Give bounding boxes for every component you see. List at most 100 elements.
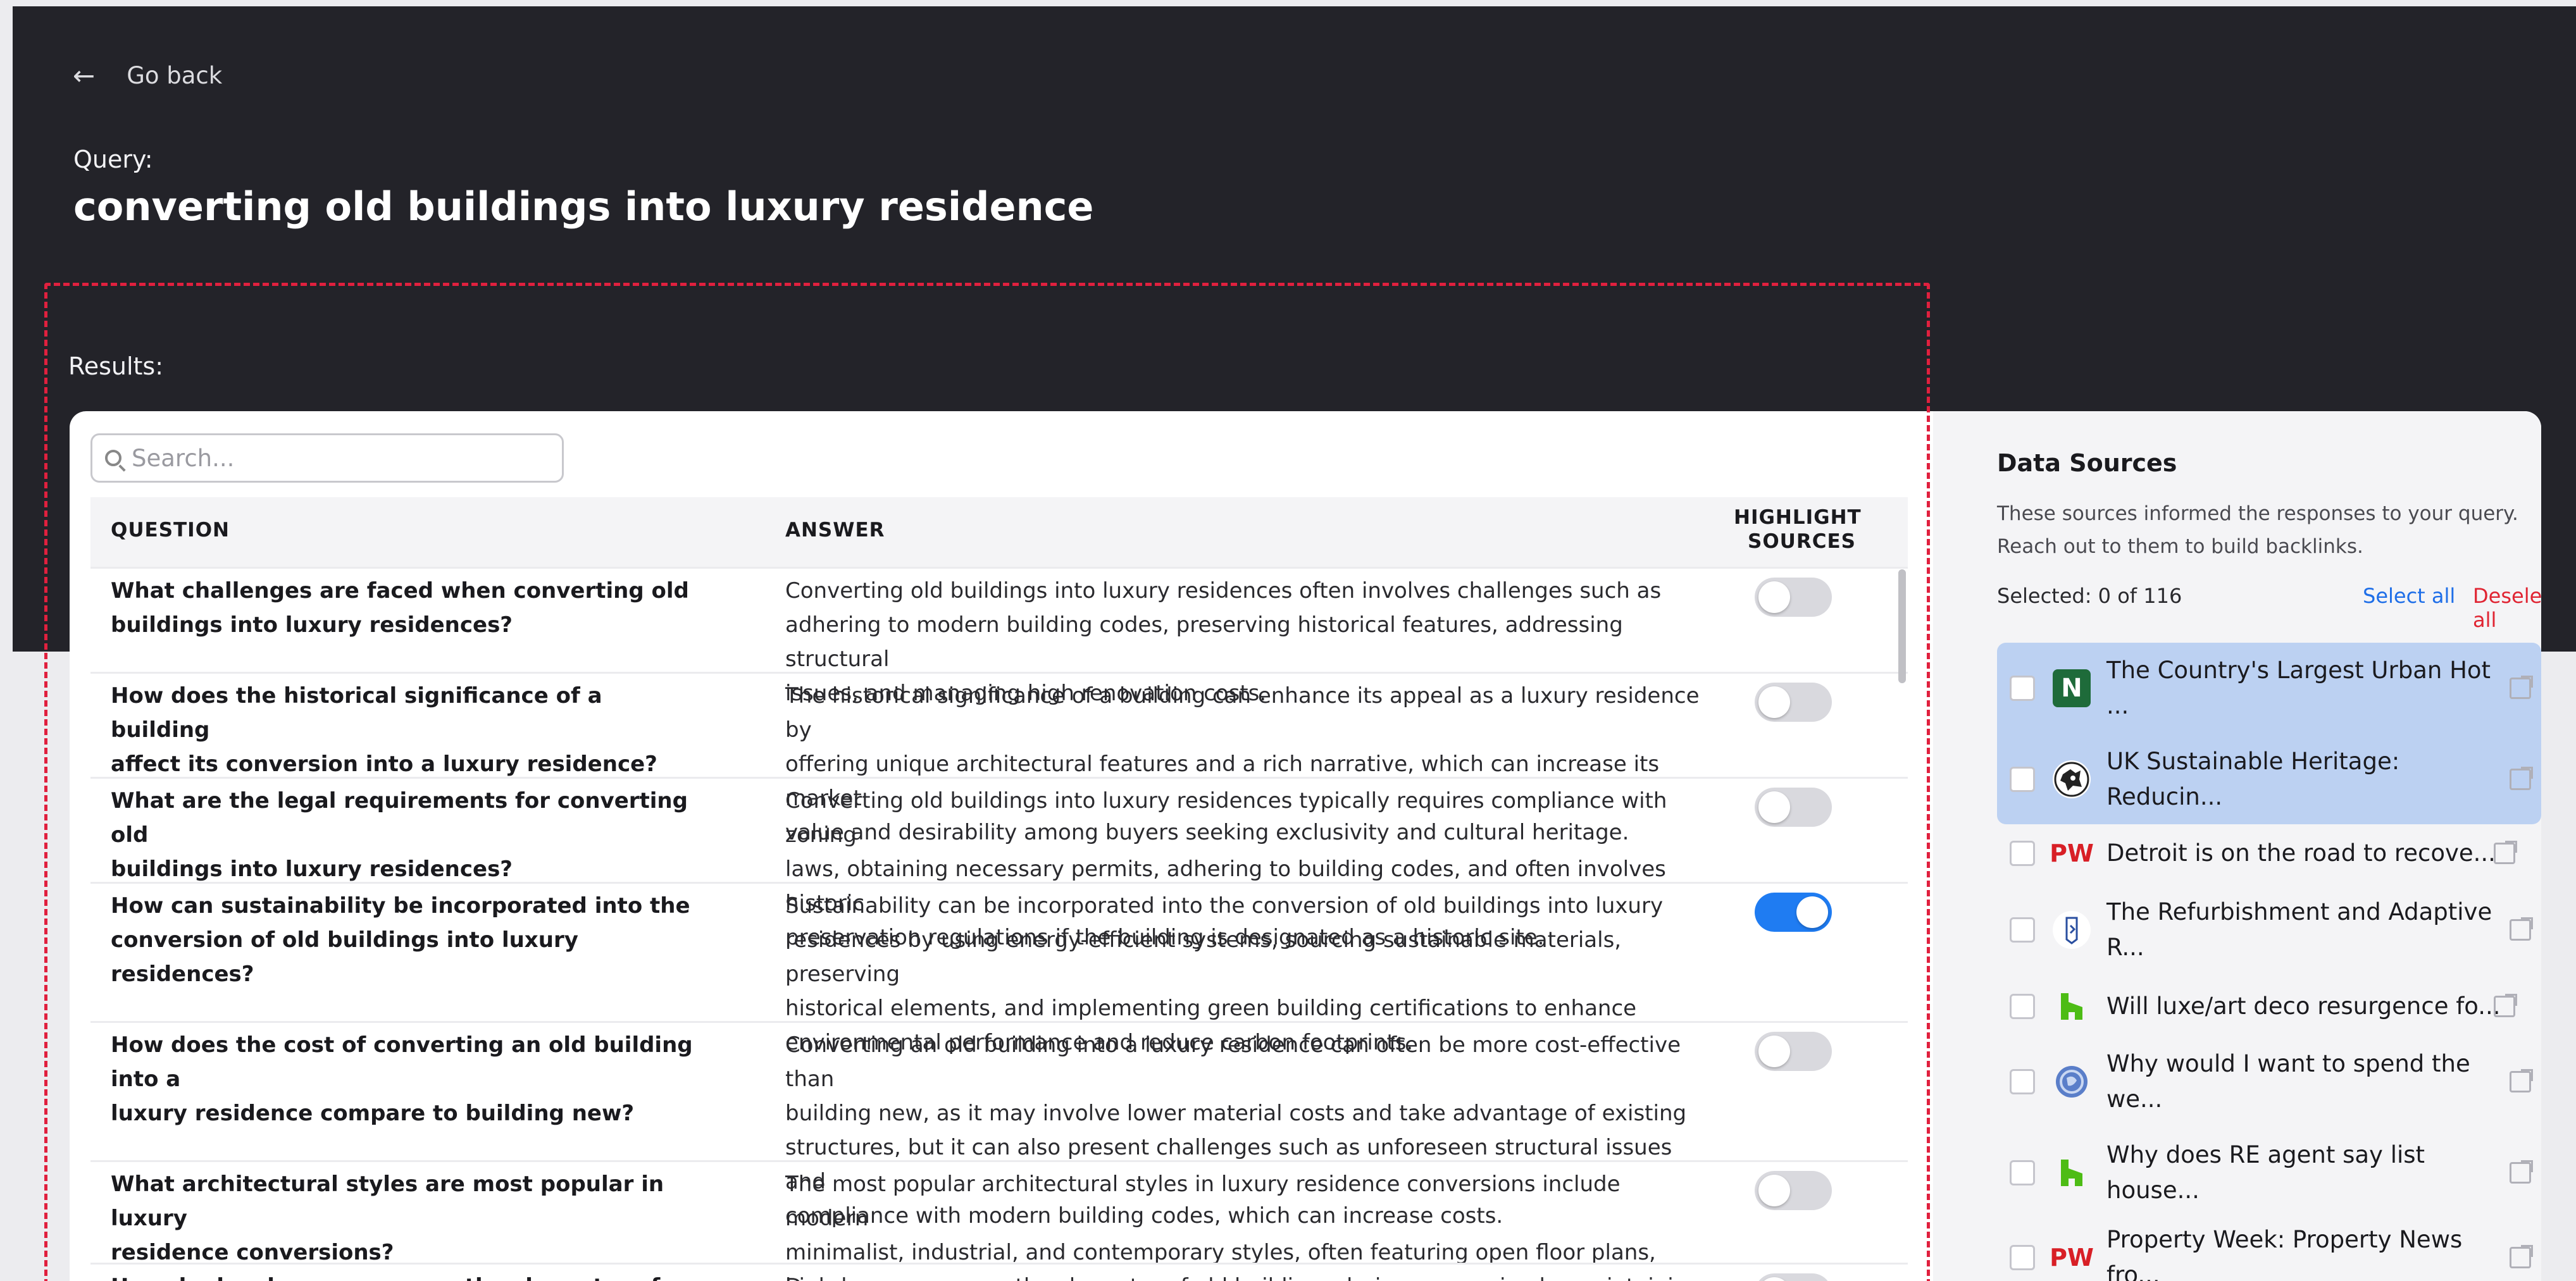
source-title-line: Will luxe/art deco resurgence fo... [2106, 993, 2501, 1020]
external-link-icon[interactable] [2510, 1160, 2533, 1184]
source-title[interactable]: Property Week: Property News fro... [2106, 1222, 2462, 1281]
source-title-line: Why does RE agent say list [2106, 1141, 2425, 1168]
answer-line: Sustainability can be incorporated into … [785, 893, 1664, 919]
highlight-sources-toggle[interactable] [1755, 578, 1832, 617]
question-line: How do developers preserve the character… [111, 1270, 699, 1281]
source-item[interactable]: PW Property Week: Property News fro... [1997, 1218, 2541, 1281]
source-title-line: The Country's Largest Urban Hot [2106, 657, 2491, 684]
source-title-line: house... [2106, 1176, 2200, 1204]
query-label: Query: [73, 145, 153, 173]
globe-glyph [2056, 1065, 2088, 1098]
source-title-line: R... [2106, 934, 2144, 961]
highlight-sources-toggle[interactable] [1755, 788, 1832, 827]
shield-logo-icon [2053, 911, 2091, 949]
answer-line: Converting an old building into a luxury… [785, 1032, 1681, 1092]
toggle-knob [1796, 896, 1828, 928]
data-sources-panel: Data Sources These sources informed the … [1933, 411, 2541, 1281]
external-link-icon[interactable] [2510, 676, 2533, 699]
data-sources-desc-line1: These sources informed the responses to … [1997, 502, 2518, 525]
search-input[interactable] [132, 444, 537, 472]
results-label: Results: [68, 352, 164, 380]
external-link-icon[interactable] [2494, 994, 2517, 1017]
answer-line: Converting old buildings into luxury res… [785, 578, 1662, 603]
lion-glyph [2054, 762, 2089, 796]
external-link-icon[interactable] [2510, 766, 2533, 790]
highlight-sources-toggle[interactable] [1755, 893, 1832, 932]
external-link-icon[interactable] [2510, 1244, 2533, 1268]
source-title-line: we... [2106, 1085, 2163, 1113]
external-link-icon[interactable] [2494, 841, 2517, 864]
question-line: luxury residence compare to building new… [111, 1101, 635, 1126]
answer-line: building new, as it may involve lower ma… [785, 1101, 1687, 1126]
select-all-button[interactable]: Select all [2363, 584, 2455, 608]
source-checkbox[interactable] [2010, 1160, 2035, 1185]
pw-logo-letters: PW [2050, 1243, 2094, 1272]
column-header-highlight: HIGHLIGHT [1734, 506, 1862, 529]
houzz-logo-icon [2053, 1154, 2091, 1192]
source-checkbox[interactable] [2010, 994, 2035, 1019]
answer-line: The most popular architectural styles in… [785, 1172, 1621, 1231]
source-title[interactable]: Detroit is on the road to recove... [2106, 836, 2496, 871]
source-item[interactable]: Why would I want to spend the we... [1997, 1036, 2541, 1127]
source-title[interactable]: Why would I want to spend the we... [2106, 1046, 2470, 1117]
data-sources-description: These sources informed the responses to … [1997, 497, 2541, 563]
toggle-knob [1758, 686, 1790, 718]
data-sources-desc-line2: Reach out to them to build backlinks. [1997, 535, 2363, 558]
source-title[interactable]: UK Sustainable Heritage: Reducin... [2106, 744, 2399, 815]
source-item[interactable]: Why does RE agent say list house... [1997, 1127, 2541, 1218]
question-line: What architectural styles are most popul… [111, 1172, 664, 1231]
source-item[interactable]: N The Country's Largest Urban Hot... [1997, 643, 2541, 734]
source-checkbox[interactable] [2010, 766, 2035, 792]
source-title-line: The Refurbishment and Adaptive [2106, 898, 2492, 925]
toggle-knob [1758, 1277, 1790, 1281]
toggle-knob [1758, 581, 1790, 613]
source-item[interactable]: PW Detroit is on the road to recove... [1997, 824, 2541, 882]
source-title[interactable]: Will luxe/art deco resurgence fo... [2106, 989, 2501, 1024]
source-title-line: Reducin... [2106, 783, 2223, 810]
question-cell: How do developers preserve the character… [111, 1270, 699, 1281]
go-back-button[interactable]: ← Go back [73, 60, 222, 91]
source-checkbox[interactable] [2010, 1068, 2035, 1094]
table-row: How does the historical significance of … [90, 672, 1908, 845]
external-link-icon[interactable] [2510, 1068, 2533, 1092]
question-line: What challenges are faced when convertin… [111, 578, 689, 603]
source-title[interactable]: The Refurbishment and Adaptive R... [2106, 894, 2492, 965]
houzz-logo-icon [2053, 987, 2091, 1025]
highlight-sources-toggle[interactable] [1755, 1032, 1832, 1071]
question-line: conversion of old buildings into luxury … [111, 927, 578, 987]
search-icon [105, 450, 121, 466]
column-header-sources: SOURCES [1748, 530, 1856, 553]
table-header: QUESTION ANSWER HIGHLIGHT SOURCES [90, 497, 1908, 567]
source-title-line: Why would I want to spend the [2106, 1049, 2470, 1077]
source-item[interactable]: Will luxe/art deco resurgence fo... [1997, 977, 2541, 1036]
source-item[interactable]: UK Sustainable Heritage: Reducin... [1997, 734, 2541, 824]
source-checkbox[interactable] [2010, 1244, 2035, 1270]
source-checkbox[interactable] [2010, 841, 2035, 866]
answer-line: historical elements, and implementing gr… [785, 996, 1637, 1021]
globe-logo-icon [2053, 1063, 2091, 1101]
source-title[interactable]: The Country's Largest Urban Hot... [2106, 653, 2491, 724]
deselect-all-button[interactable]: Deselect all [2473, 584, 2541, 632]
search-box[interactable] [90, 433, 564, 483]
source-title-line: Property Week: Property News [2106, 1225, 2463, 1253]
question-cell: What architectural styles are most popul… [111, 1167, 699, 1270]
highlight-sources-toggle[interactable] [1755, 1273, 1832, 1281]
pw-logo-letters: PW [2050, 839, 2094, 867]
source-item[interactable]: The Refurbishment and Adaptive R... [1997, 882, 2541, 977]
source-title-line: Detroit is on the road to recove... [2106, 839, 2496, 867]
question-line: buildings into luxury residences? [111, 612, 513, 638]
question-cell: How does the cost of converting an old b… [111, 1028, 699, 1130]
external-link-icon[interactable] [2510, 917, 2533, 941]
question-cell: What challenges are faced when convertin… [111, 574, 699, 642]
query-title: converting old buildings into luxury res… [73, 183, 1094, 230]
source-checkbox[interactable] [2010, 917, 2035, 943]
highlight-sources-toggle[interactable] [1755, 683, 1832, 722]
data-sources-title: Data Sources [1997, 449, 2177, 477]
source-title[interactable]: Why does RE agent say list house... [2106, 1137, 2425, 1208]
toggle-knob [1758, 1036, 1790, 1067]
table-row: How does the cost of converting an old b… [90, 1021, 1908, 1228]
source-checkbox[interactable] [2010, 676, 2035, 701]
table-row: What challenges are faced when convertin… [90, 567, 1908, 706]
highlight-sources-toggle[interactable] [1755, 1171, 1832, 1210]
table-scrollbar[interactable] [1898, 569, 1906, 683]
